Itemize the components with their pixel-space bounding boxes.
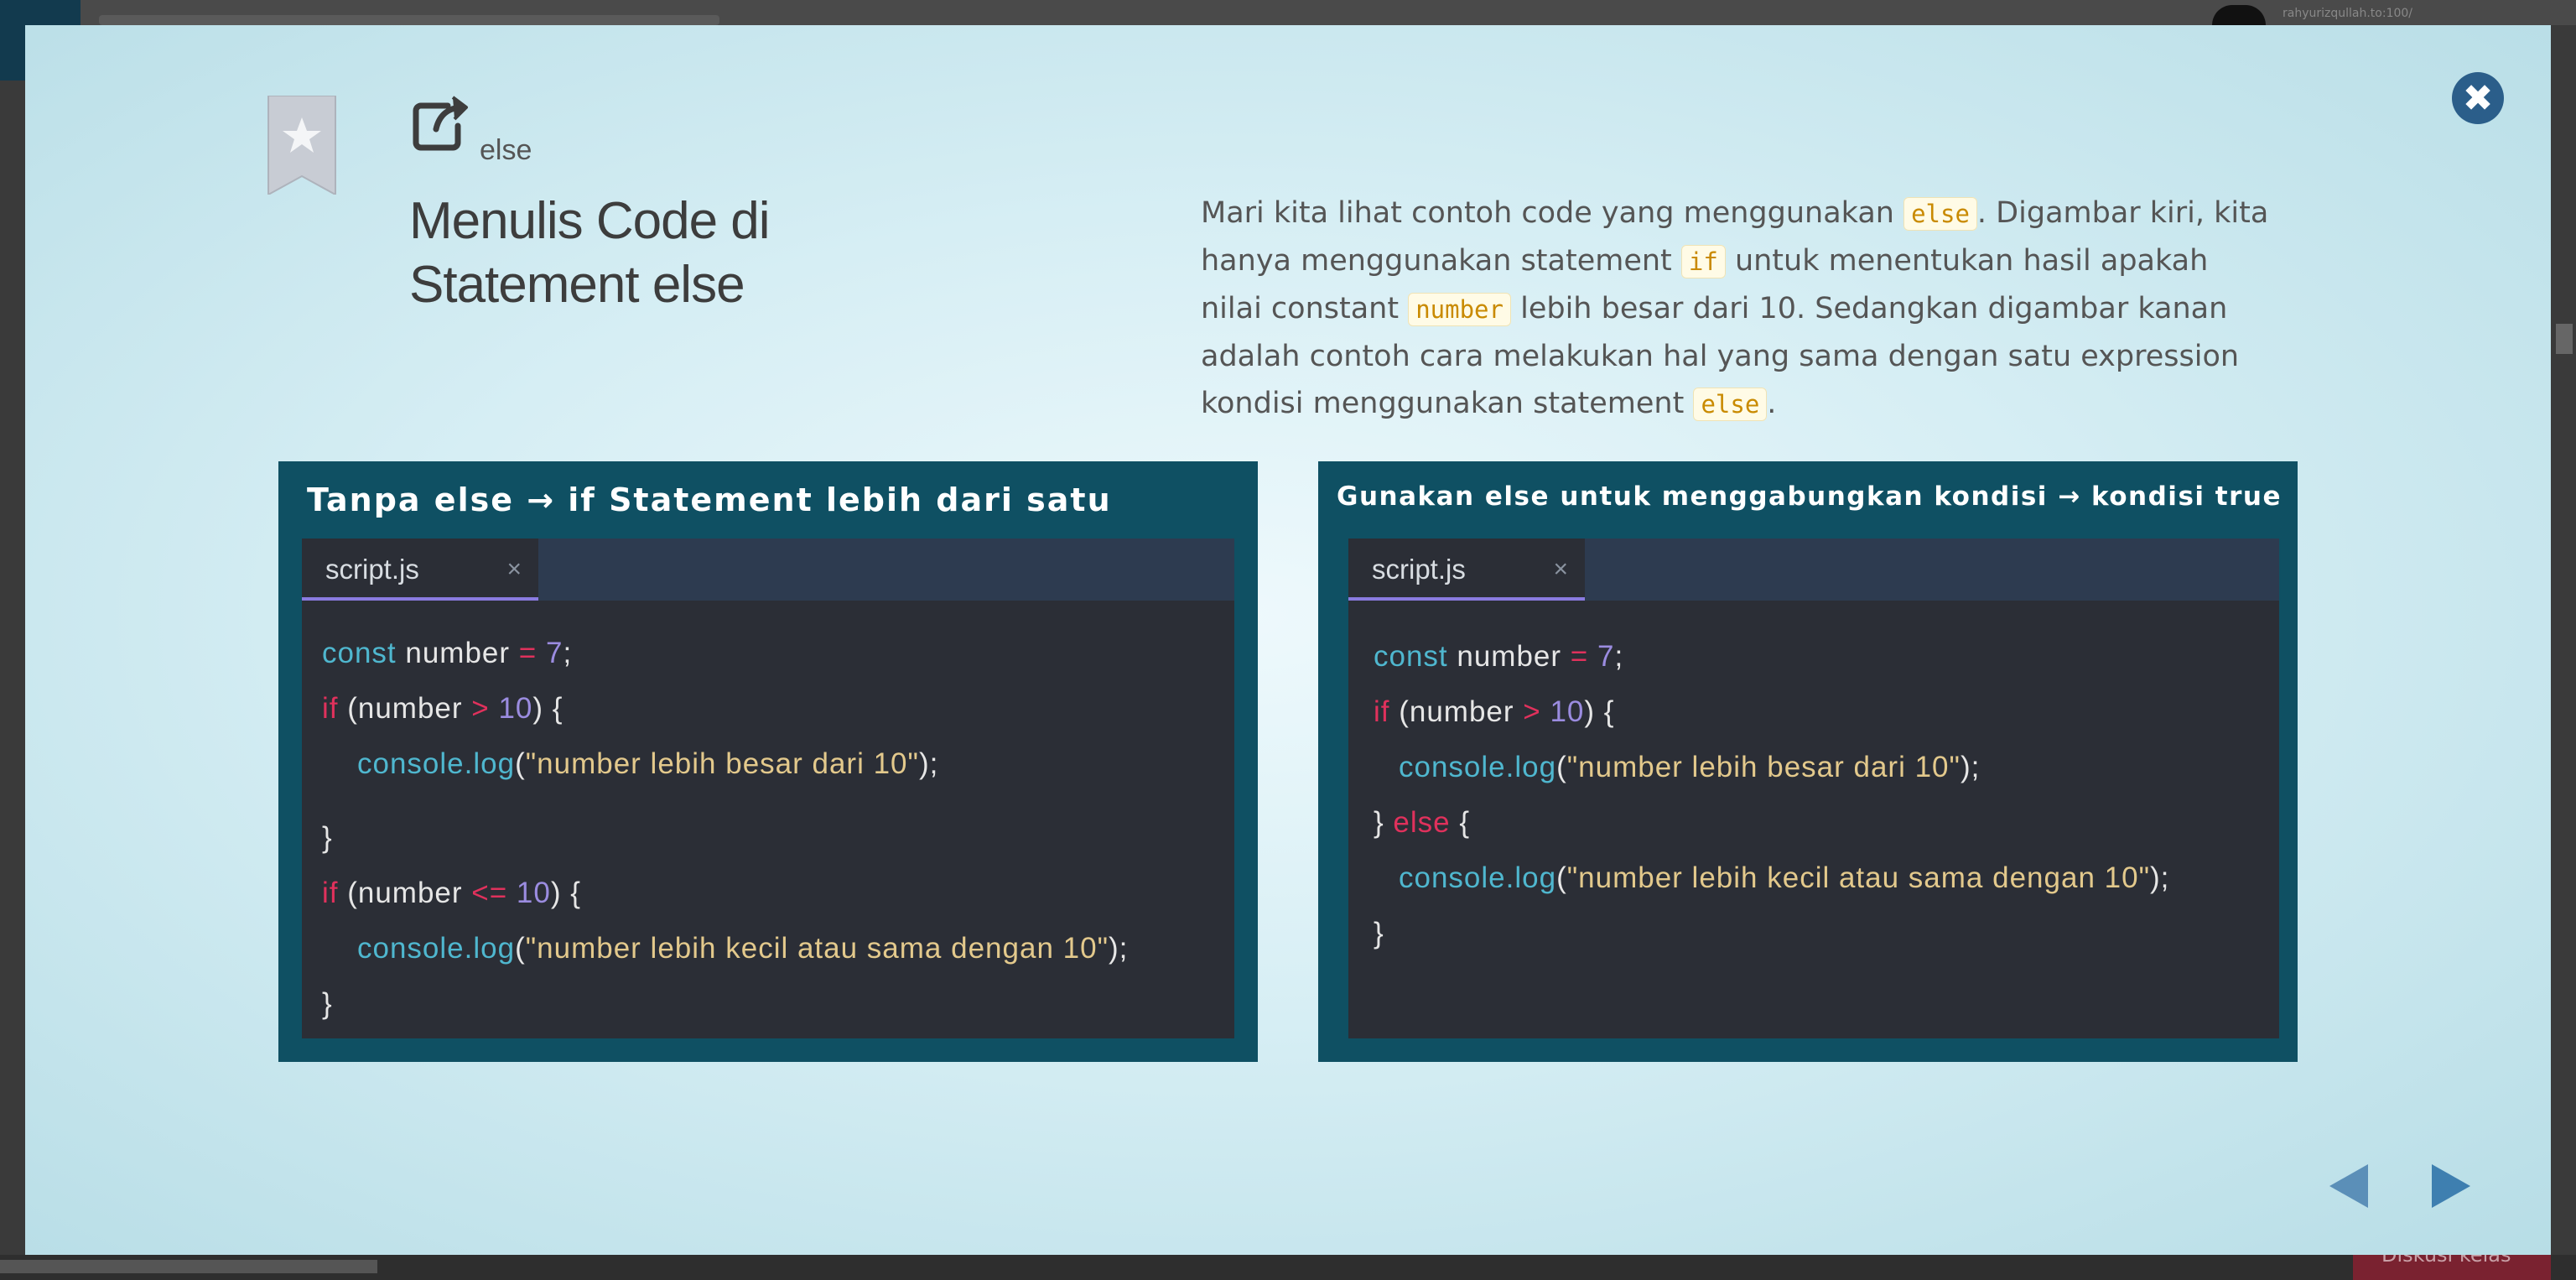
close-icon: ✖ (2462, 76, 2494, 120)
code-line: } (322, 987, 333, 1020)
lesson-modal: ✖ else Menulis Code di Statement else Ma… (25, 25, 2551, 1255)
code-line: } (322, 821, 333, 854)
code-editor: script.js × const number = 7; if (number… (302, 539, 1234, 1038)
next-arrow-icon[interactable] (2430, 1163, 2472, 1210)
panel-title: Tanpa else → if Statement lebih dari sat… (307, 481, 1112, 518)
code-line: if (number <= 10) { (322, 877, 581, 909)
code-block: const number = 7; if (number > 10) { con… (1348, 601, 2279, 961)
external-link-icon[interactable] (411, 92, 471, 153)
background-search-bar (99, 15, 719, 25)
code-line: if (number > 10) { (1374, 695, 1615, 728)
code-panel-right: Gunakan else untuk menggabungkan kondisi… (1318, 461, 2298, 1062)
inline-code: else (1693, 388, 1768, 421)
code-line: } (1374, 917, 1384, 950)
code-block: const number = 7; if (number > 10) { con… (302, 601, 1234, 1032)
code-line: const number = 7; (322, 637, 573, 669)
inline-code: number (1408, 293, 1511, 326)
previous-arrow-icon[interactable] (2328, 1163, 2370, 1210)
code-line: } else { (1374, 806, 1471, 839)
tab-label: script.js (325, 554, 419, 585)
panel-title: Gunakan else untuk menggabungkan kondisi… (1337, 481, 2283, 512)
background-scrollbar (2556, 324, 2573, 354)
tab-script-js[interactable]: script.js × (302, 539, 538, 601)
close-button[interactable]: ✖ (2452, 72, 2504, 124)
code-line: const number = 7; (1374, 640, 1624, 673)
code-panel-left: Tanpa else → if Statement lebih dari sat… (278, 461, 1258, 1062)
code-editor: script.js × const number = 7; if (number… (1348, 539, 2279, 1038)
code-line: console.log("number lebih kecil atau sam… (1399, 861, 2170, 894)
background-bottom-bar (0, 1255, 2576, 1280)
desc-text: . (1767, 387, 1777, 420)
editor-tab-bar: script.js × (302, 539, 1234, 601)
code-line: console.log("number lebih kecil atau sam… (357, 932, 1129, 965)
tab-label: script.js (1372, 554, 1466, 585)
tab-script-js[interactable]: script.js × (1348, 539, 1585, 601)
background-username: rahyurizqullah.to:100/ (2283, 7, 2413, 20)
code-line: console.log("number lebih besar dari 10"… (357, 747, 939, 780)
page-title: Menulis Code di Statement else (409, 190, 996, 317)
tab-close-icon[interactable]: × (1553, 539, 1568, 601)
desc-text: Mari kita lihat contoh code yang menggun… (1201, 196, 1904, 230)
page-title-line2: Statement else (409, 256, 745, 314)
inline-code: if (1680, 245, 1726, 278)
editor-tab-bar: script.js × (1348, 539, 2279, 601)
inline-code: else (1903, 197, 1977, 231)
breadcrumb: else (480, 134, 532, 166)
lesson-description: Mari kita lihat contoh code yang menggun… (1201, 190, 2274, 428)
background-horizontal-scroll (0, 1260, 377, 1273)
code-line: if (number > 10) { (322, 692, 564, 725)
tab-close-icon[interactable]: × (506, 539, 522, 601)
page-title-line1: Menulis Code di (409, 192, 771, 250)
bookmark-icon[interactable] (267, 96, 337, 195)
code-line: console.log("number lebih besar dari 10"… (1399, 751, 1981, 783)
